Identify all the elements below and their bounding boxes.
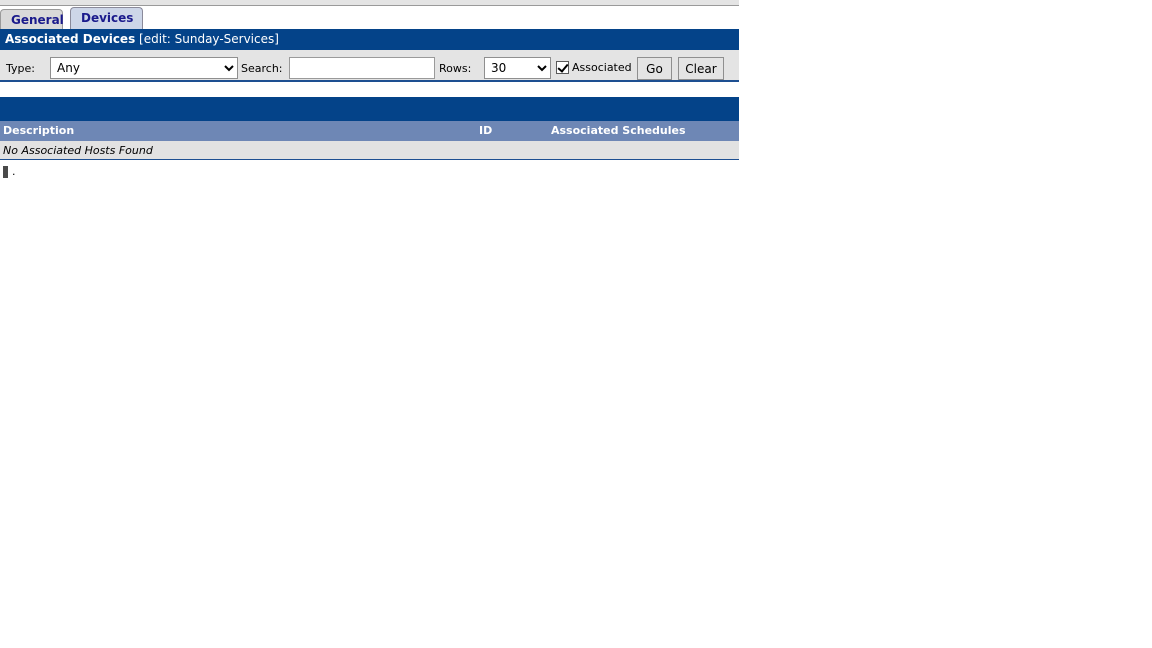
section-title: Associated Devices	[5, 32, 136, 46]
column-header-id[interactable]: ID	[479, 121, 492, 141]
column-header-description[interactable]: Description	[3, 121, 74, 141]
go-button[interactable]: Go	[637, 57, 672, 80]
tab-general-label: General	[11, 13, 64, 27]
footer-marks: .	[3, 164, 16, 178]
devices-table: Description ID Associated Schedules No A…	[0, 121, 739, 160]
tab-devices-label: Devices	[81, 11, 134, 25]
search-label: Search:	[241, 62, 283, 75]
empty-state-row: No Associated Hosts Found	[0, 141, 739, 160]
section-title-bar: Associated Devices [edit: Sunday-Service…	[0, 29, 739, 50]
type-select[interactable]: Any	[50, 57, 238, 79]
column-header-associated-schedules[interactable]: Associated Schedules	[551, 121, 686, 141]
page-root: General Devices Associated Devices [edit…	[0, 0, 1152, 648]
tab-bar: General Devices	[0, 6, 739, 29]
broken-image-icon	[3, 166, 8, 178]
type-label: Type:	[6, 62, 35, 75]
clear-button[interactable]: Clear	[678, 57, 724, 80]
section-subtitle: [edit: Sunday-Services]	[139, 32, 279, 46]
results-header-bar	[0, 97, 739, 121]
rows-select[interactable]: 30	[484, 57, 551, 79]
tab-devices[interactable]: Devices	[70, 7, 143, 29]
rows-label: Rows:	[439, 62, 472, 75]
associated-filter: Associated	[556, 61, 632, 74]
tab-general[interactable]: General	[0, 9, 64, 29]
table-header-row: Description ID Associated Schedules	[0, 121, 739, 141]
search-input[interactable]	[289, 57, 435, 79]
footer-dot: .	[12, 165, 16, 178]
associated-checkbox-label: Associated	[572, 61, 632, 74]
associated-checkbox[interactable]	[556, 61, 569, 74]
